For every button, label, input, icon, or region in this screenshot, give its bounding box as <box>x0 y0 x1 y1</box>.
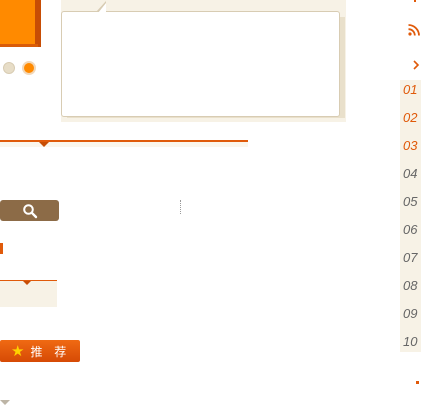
caret-down-icon <box>23 281 31 285</box>
rank-number: 09 <box>403 306 418 321</box>
rank-number: 05 <box>403 194 418 209</box>
slider-dot-1[interactable] <box>3 62 15 74</box>
accent-dot-bottom <box>416 381 419 384</box>
rank-number: 04 <box>403 166 418 181</box>
section-header-background <box>0 142 248 147</box>
logo-block-bottom <box>0 44 38 47</box>
rank-number: 01 <box>403 82 418 97</box>
recommend-button[interactable]: ★ 推 荐 <box>0 340 80 362</box>
chevron-right-icon[interactable] <box>411 58 421 72</box>
collapse-caret-icon[interactable] <box>0 400 10 405</box>
star-icon: ★ <box>11 341 25 360</box>
section-marker <box>0 243 3 254</box>
ranking-numbers: 01 02 03 04 05 06 07 08 09 10 <box>400 80 421 352</box>
accent-dot <box>414 0 416 2</box>
recommend-label: 推 荐 <box>30 344 71 359</box>
rank-number: 07 <box>403 250 418 265</box>
caret-down-icon <box>39 142 49 147</box>
logo-block-side <box>35 0 41 47</box>
slider-dot-2-active[interactable] <box>22 61 36 75</box>
bubble-pointer-inner <box>98 3 106 13</box>
rank-number: 03 <box>403 138 418 153</box>
dotted-separator <box>180 200 181 214</box>
logo-block <box>0 0 35 44</box>
rank-number: 08 <box>403 278 418 293</box>
rss-icon[interactable] <box>407 23 421 37</box>
section-divider <box>0 140 248 142</box>
rank-number: 10 <box>403 334 418 349</box>
search-icon <box>22 203 37 218</box>
search-button[interactable] <box>0 200 59 221</box>
rank-number: 06 <box>403 222 418 237</box>
bubble-content-box <box>61 11 340 117</box>
rank-number: 02 <box>403 110 418 125</box>
